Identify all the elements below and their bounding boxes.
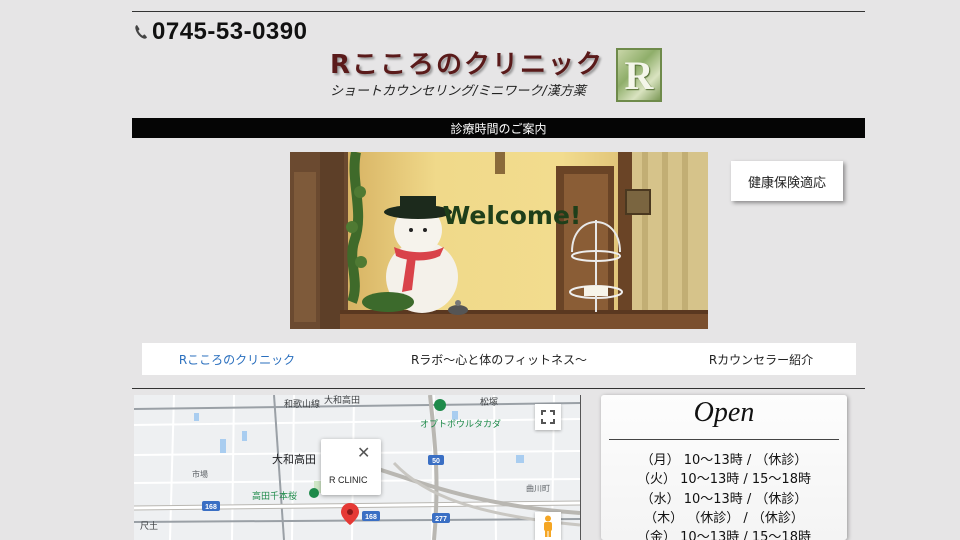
map-info-label: R CLINIC [329, 475, 368, 485]
phone-number-text: 0745-53-0390 [152, 18, 308, 45]
route-168-label-a: 168 [205, 504, 217, 511]
hours-banner[interactable]: 診療時間のご案内 [132, 118, 865, 138]
health-insurance-badge[interactable]: 健康保険適応 [731, 161, 843, 201]
welcome-illustration: Welcome! [290, 152, 708, 329]
nav-item-clinic[interactable]: Rこころのクリニック [142, 351, 332, 368]
park-poi-icon [309, 488, 319, 498]
route-277-label: 277 [435, 516, 447, 523]
main-nav: Rこころのクリニック Rラボ〜心と体のフィットネス〜 Rカウンセラー紹介 [142, 343, 856, 375]
hours-row-wednesday: （水） 10〜13時 / （休診） [640, 492, 808, 507]
bowl-poi-icon [434, 399, 446, 411]
hours-row-tuesday: （火） 10〜13時 / 15〜18時 [637, 472, 811, 487]
map-streetview-button[interactable] [535, 512, 561, 540]
hours-row-thursday: （木） （休診） / （休診） [644, 511, 804, 526]
clinic-logo[interactable]: R [616, 48, 662, 102]
phone-number[interactable]: 0745-53-0390 [134, 18, 307, 46]
welcome-photo: Welcome! [290, 152, 708, 329]
map-label-shakudo: 尺土 [140, 520, 158, 532]
nav-item-rlab[interactable]: Rラボ〜心と体のフィットネス〜 [332, 351, 666, 368]
map-label-ichiba: 市場 [192, 469, 208, 479]
phone-icon [135, 25, 147, 39]
route-50-label: 50 [432, 458, 440, 465]
clinic-name: Rこころのクリニック [330, 50, 605, 80]
opening-hours-title: Open [693, 397, 755, 428]
map-label-bowl: オプトボウルタカダ [420, 418, 501, 430]
map-fullscreen-button[interactable] [535, 404, 561, 430]
hours-row-friday: （金） 10〜13時 / 15〜18時 [637, 530, 811, 540]
pegman-icon [544, 515, 552, 537]
map-label-matsuzuka: 松塚 [480, 396, 498, 408]
opening-hours-panel: Open （月） 10〜13時 / （休診） （火） 10〜13時 / 15〜1… [601, 395, 847, 540]
welcome-text: Welcome! [443, 201, 582, 230]
map-label-yamato-takada-top: 大和高田 [324, 395, 360, 406]
map-label-takada-senbonzakura: 高田千本桜 [252, 490, 297, 502]
clinic-subtitle: ショートカウンセリング/ミニワーク/漢方薬 [330, 84, 586, 99]
map-label-wakayama-line: 和歌山線 [284, 398, 320, 410]
map-label-yamato-takada: 大和高田 [272, 452, 316, 466]
map-info-window[interactable]: ✕ R CLINIC [321, 439, 381, 495]
close-icon[interactable]: ✕ [357, 445, 370, 461]
top-divider [132, 11, 865, 12]
health-insurance-label: 健康保険適応 [747, 175, 826, 191]
fullscreen-icon [541, 410, 555, 424]
logo-letter: R [624, 52, 654, 98]
route-168-label-b: 168 [365, 514, 377, 521]
map-label-magarikawa: 曲川町 [526, 483, 550, 493]
column-divider [580, 395, 581, 540]
nav-item-counselor[interactable]: Rカウンセラー紹介 [666, 351, 856, 368]
opening-hours-rule [609, 439, 839, 440]
hours-banner-label: 診療時間のご案内 [450, 121, 547, 136]
section-divider [132, 388, 865, 389]
hours-row-monday: （月） 10〜13時 / （休診） [640, 453, 808, 468]
